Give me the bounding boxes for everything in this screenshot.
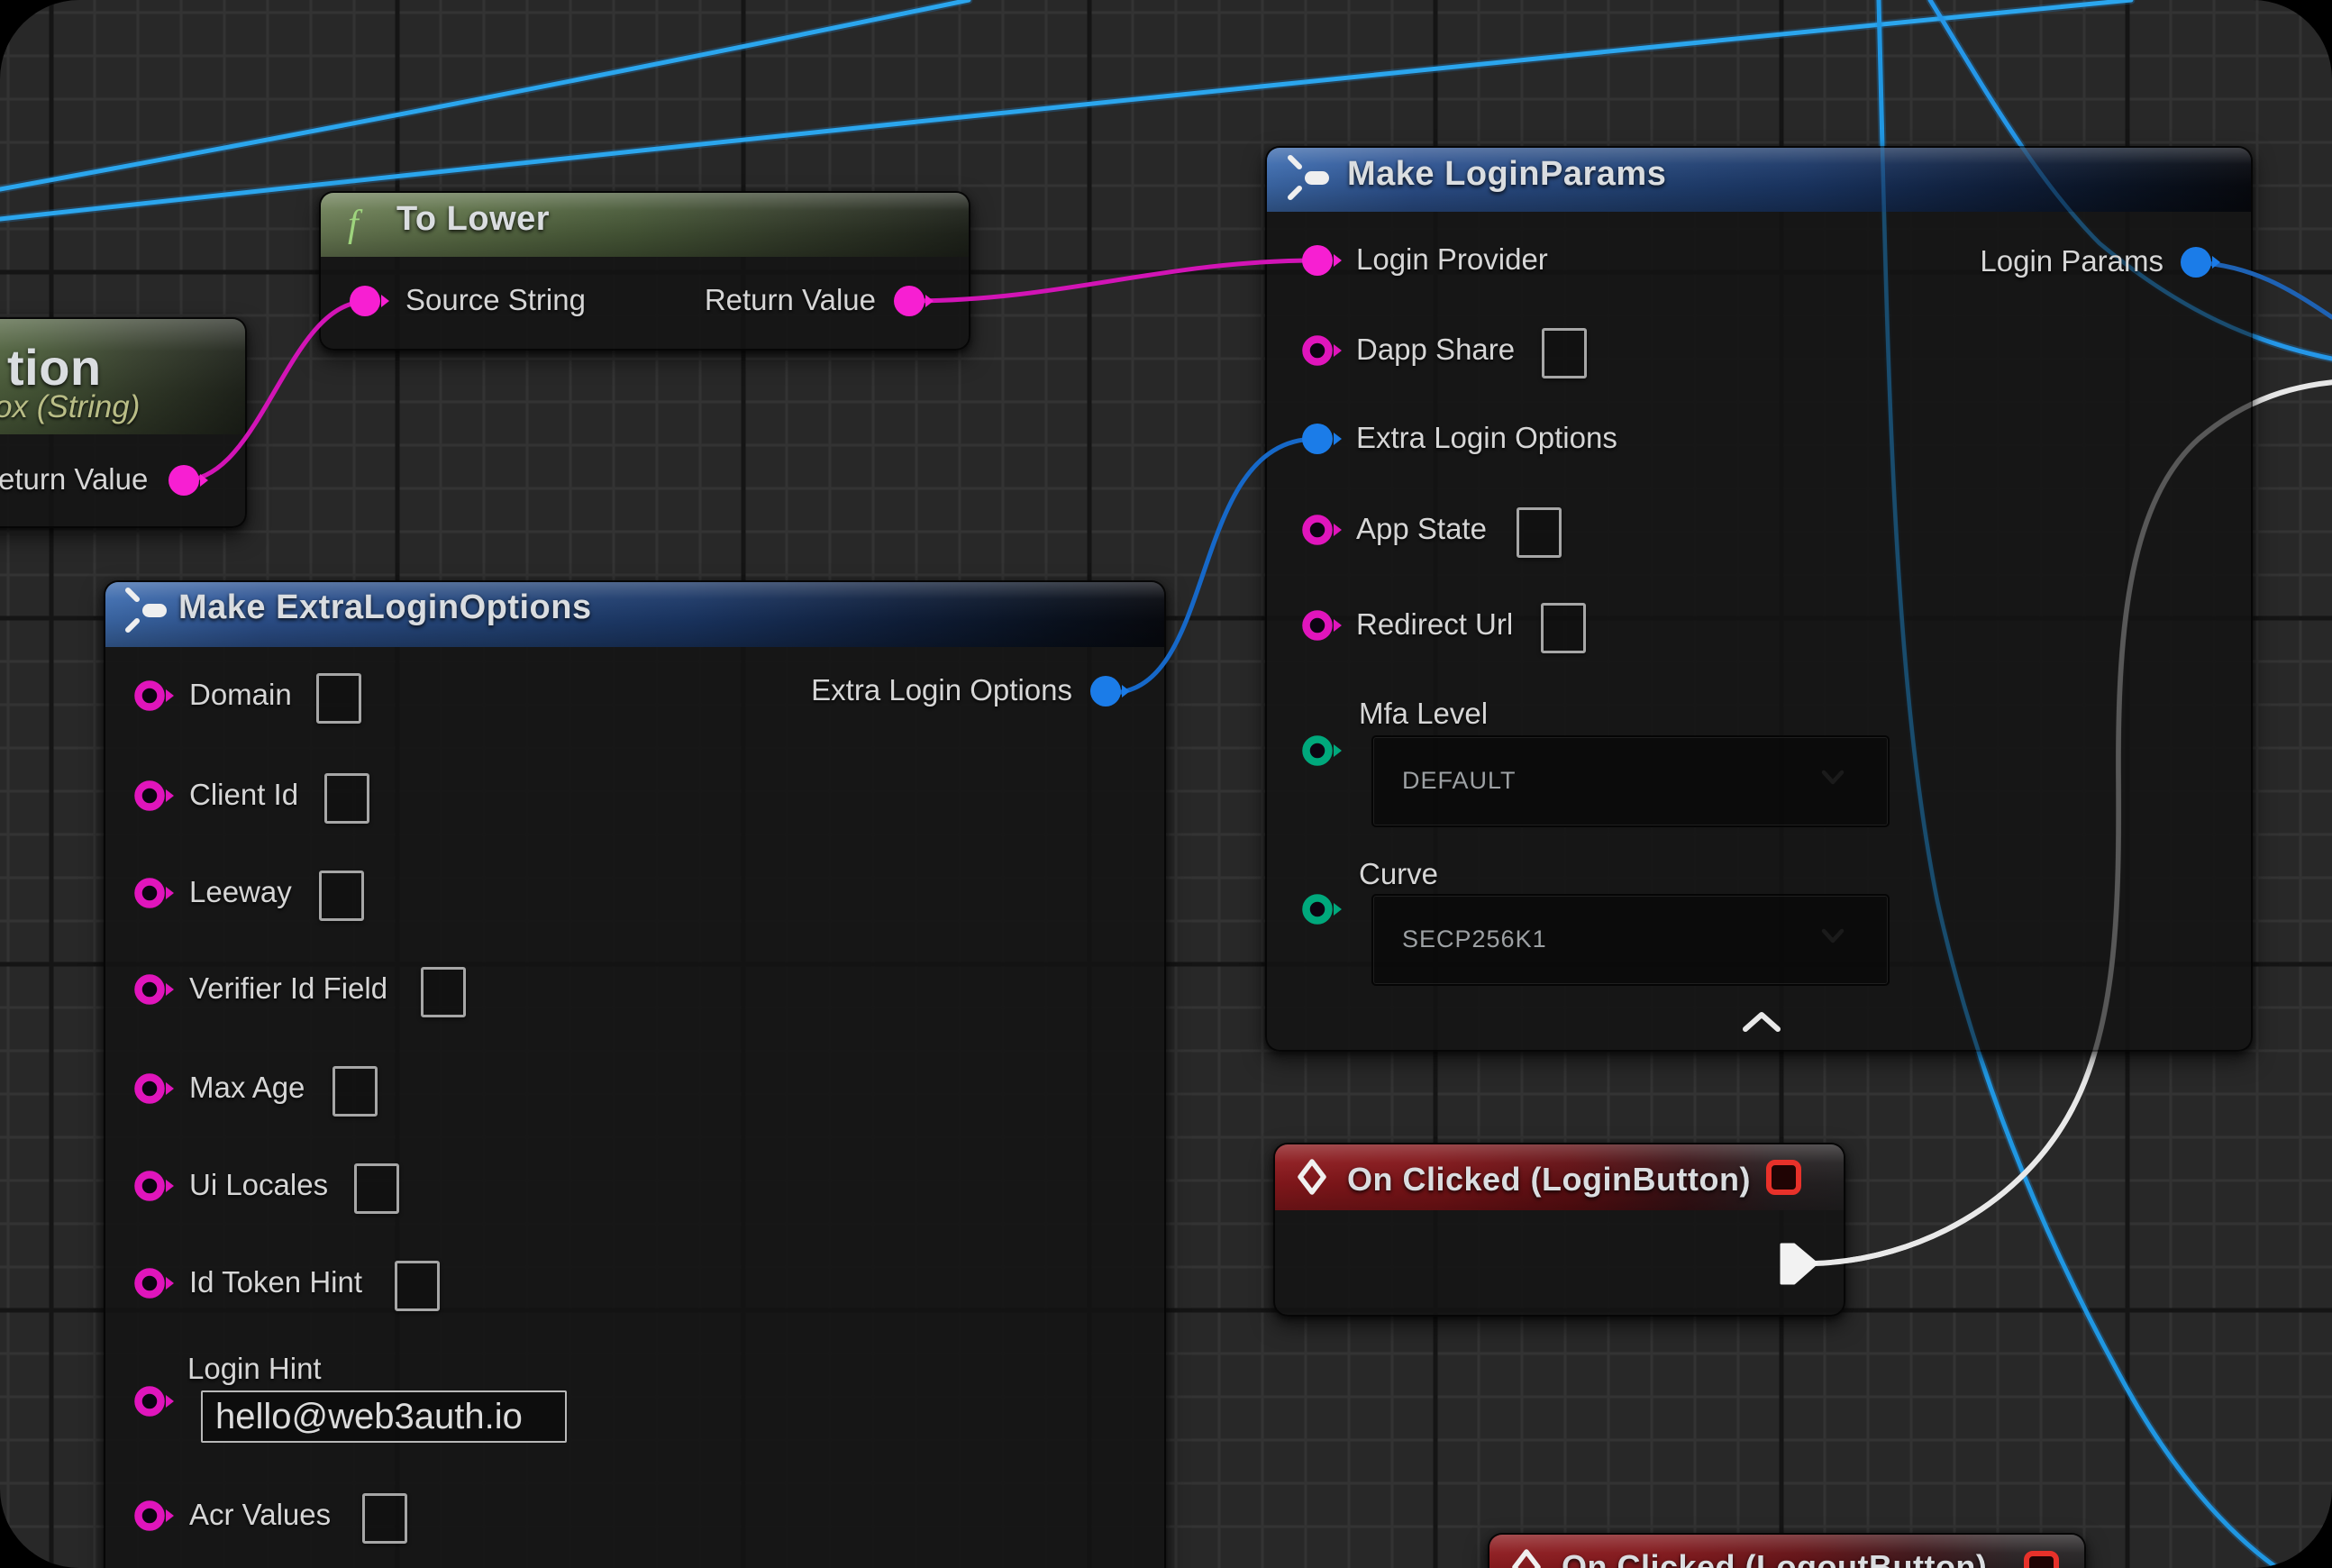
svg-text:f: f	[348, 204, 363, 245]
